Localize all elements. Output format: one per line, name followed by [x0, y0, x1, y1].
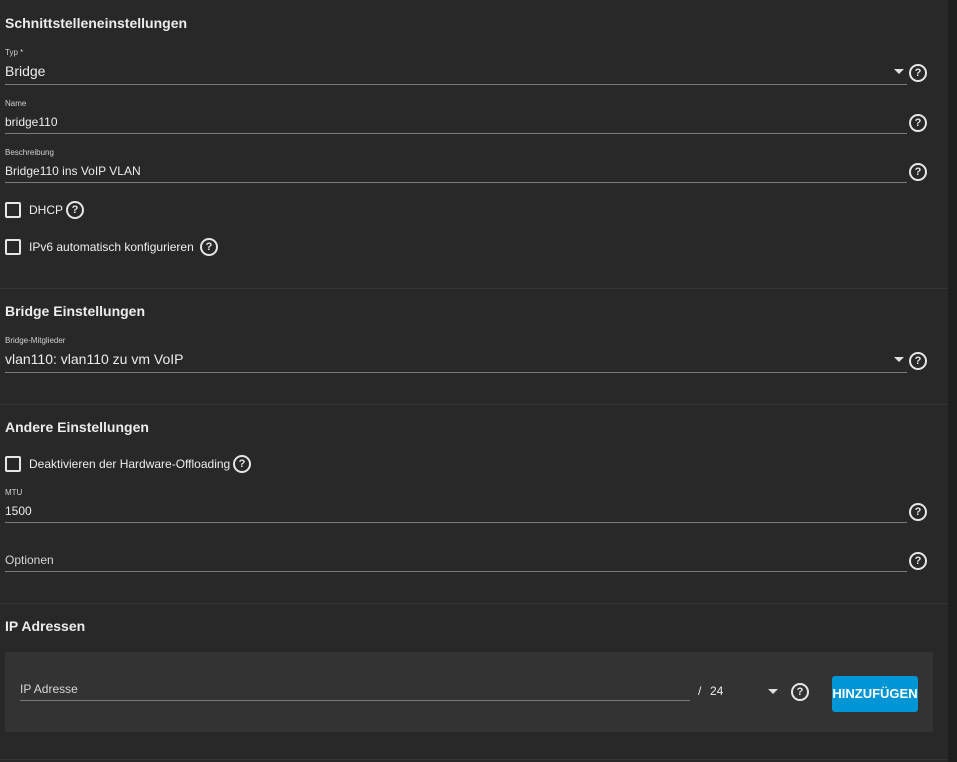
bridge-members-label: Bridge-Mitglieder	[5, 336, 66, 345]
chevron-down-icon[interactable]	[768, 689, 778, 694]
help-icon-ip-address[interactable]: ?	[791, 683, 809, 701]
chevron-down-icon[interactable]	[894, 69, 904, 74]
ipv6-auto-checkbox[interactable]	[5, 239, 21, 255]
ip-address-row: IP Adresse / 24 ? HINZUFÜGEN	[5, 652, 933, 732]
help-icon-bridge-members[interactable]: ?	[909, 352, 927, 370]
mtu-field[interactable]: MTU 1500	[5, 488, 907, 523]
section-divider	[0, 603, 948, 604]
ipv6-auto-label[interactable]: IPv6 automatisch konfigurieren	[29, 240, 194, 254]
section-divider	[0, 288, 948, 289]
options-placeholder[interactable]: Optionen	[5, 553, 54, 567]
name-field[interactable]: Name bridge110	[5, 99, 907, 134]
bridge-members-value: vlan110: vlan110 zu vm VoIP	[5, 351, 184, 367]
dhcp-checkbox[interactable]	[5, 202, 21, 218]
scrollbar[interactable]	[948, 0, 957, 762]
name-value[interactable]: bridge110	[5, 115, 58, 129]
network-interface-form: Schnittstelleneinstellungen Typ * Bridge…	[0, 0, 948, 762]
options-field[interactable]: Optionen	[5, 548, 907, 572]
type-label: Typ *	[5, 48, 24, 57]
type-select[interactable]: Typ * Bridge	[5, 48, 907, 85]
section-divider	[0, 404, 948, 405]
section-title-ip-addresses: IP Adressen	[5, 618, 86, 634]
help-icon-description[interactable]: ?	[909, 163, 927, 181]
help-icon-type[interactable]: ?	[909, 64, 927, 82]
section-divider	[0, 759, 948, 760]
bridge-members-select[interactable]: Bridge-Mitglieder vlan110: vlan110 zu vm…	[5, 336, 907, 373]
add-ip-button[interactable]: HINZUFÜGEN	[832, 676, 918, 712]
disable-hw-offloading-option[interactable]: Deaktivieren der Hardware-Offloading	[5, 455, 230, 473]
type-value: Bridge	[5, 63, 46, 79]
description-value[interactable]: Bridge110 ins VoIP VLAN	[5, 164, 141, 178]
disable-hw-offloading-checkbox[interactable]	[5, 456, 21, 472]
mtu-value[interactable]: 1500	[5, 504, 32, 518]
ip-address-input[interactable]: IP Adresse	[20, 678, 690, 701]
help-icon-dhcp[interactable]: ?	[66, 201, 84, 219]
ip-address-placeholder[interactable]: IP Adresse	[20, 682, 78, 696]
mtu-label: MTU	[5, 488, 23, 497]
section-title-bridge-settings: Bridge Einstellungen	[5, 303, 146, 319]
dhcp-label[interactable]: DHCP	[29, 203, 63, 217]
help-icon-options[interactable]: ?	[909, 552, 927, 570]
chevron-down-icon[interactable]	[894, 357, 904, 362]
help-icon-name[interactable]: ?	[909, 114, 927, 132]
section-title-interface-settings: Schnittstelleneinstellungen	[5, 15, 188, 31]
description-label: Beschreibung	[5, 148, 54, 157]
help-icon-mtu[interactable]: ?	[909, 503, 927, 521]
help-icon-ipv6[interactable]: ?	[200, 238, 218, 256]
help-icon-hw-offloading[interactable]: ?	[233, 455, 251, 473]
section-title-other-settings: Andere Einstellungen	[5, 419, 149, 435]
ipv6-auto-option[interactable]: IPv6 automatisch konfigurieren	[5, 238, 200, 256]
netmask-value[interactable]: 24	[710, 684, 723, 698]
netmask-separator: /	[698, 684, 702, 698]
name-label: Name	[5, 99, 27, 108]
disable-hw-offloading-label[interactable]: Deaktivieren der Hardware-Offloading	[29, 457, 230, 471]
description-field[interactable]: Beschreibung Bridge110 ins VoIP VLAN	[5, 148, 907, 183]
